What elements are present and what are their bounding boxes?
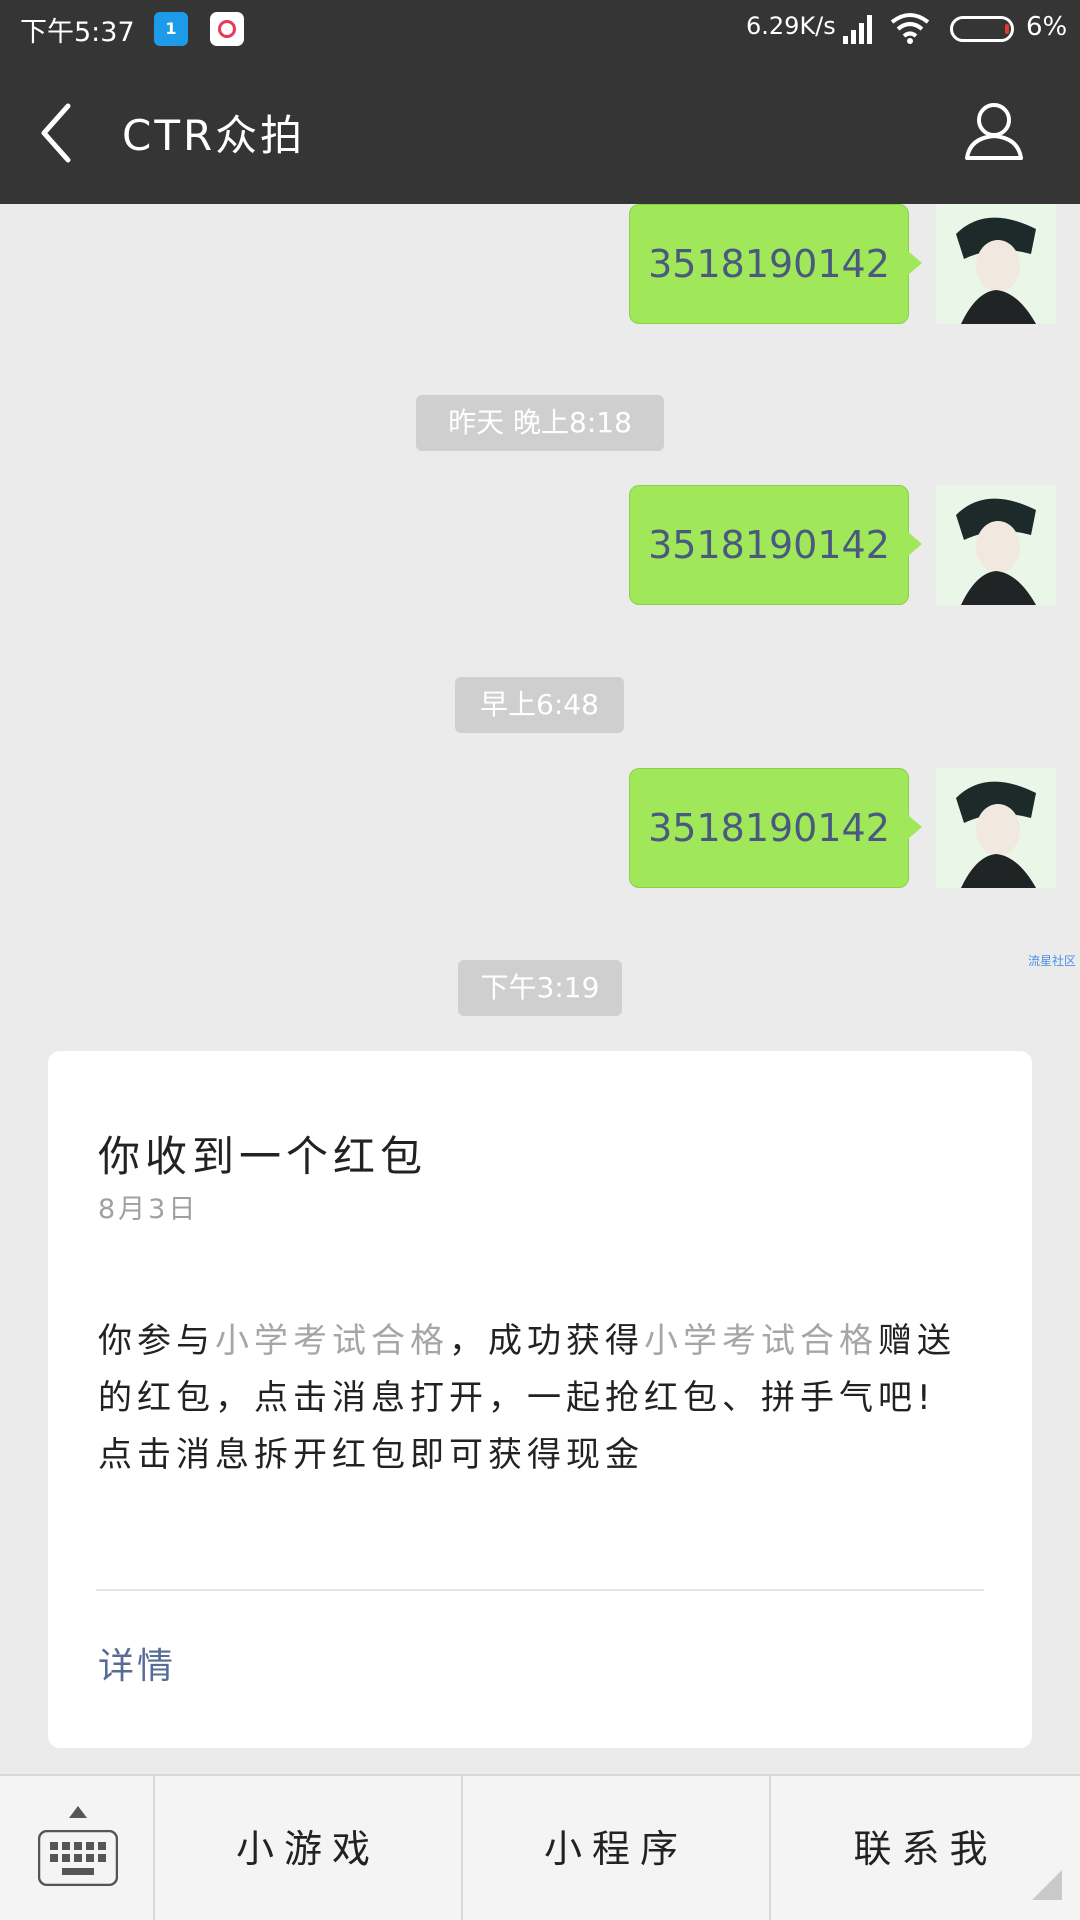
network-speed: 6.29K/s [746, 12, 836, 40]
status-bar: 下午5:37 1 6.29K/s 6% [0, 0, 1080, 58]
avatar-image [936, 768, 1056, 888]
chat-header: CTR众拍 [0, 58, 1080, 204]
wifi-icon [890, 13, 930, 44]
battery-percent: 6% [1026, 12, 1068, 42]
card-date: 8月3日 [98, 1194, 199, 1225]
watermark: 流星社区 [1028, 954, 1077, 968]
bottom-menu-bar: 小游戏 小程序 联系我 [0, 1774, 1080, 1920]
menu-item-mini-games[interactable]: 小游戏 [155, 1776, 463, 1920]
card-divider [96, 1589, 984, 1591]
timestamp: 昨天 晚上8:18 [416, 395, 664, 451]
message-bubble[interactable]: 3518190142 [629, 768, 922, 888]
back-chevron-icon[interactable] [36, 98, 76, 168]
card-body-line2: 点击消息拆开红包即可获得现金 [98, 1435, 644, 1475]
keyboard-toggle-button[interactable] [0, 1776, 155, 1920]
status-time: 下午5:37 [20, 17, 135, 48]
avatar[interactable] [936, 485, 1056, 605]
menu-item-mini-programs[interactable]: 小程序 [463, 1776, 771, 1920]
avatar-image [936, 204, 1056, 324]
signal-icon [843, 15, 872, 44]
battery-icon [950, 16, 1014, 42]
timestamp: 早上6:48 [455, 677, 624, 733]
card-body: 你参与小学考试合格，成功获得小学考试合格赠送的红包，点击消息打开，一起抢红包、拼… [98, 1321, 956, 1475]
video-app-icon [210, 12, 244, 46]
message-bubble[interactable]: 3518190142 [629, 204, 922, 324]
details-link[interactable]: 详情 [98, 1637, 176, 1689]
calendar-app-icon: 1 [154, 12, 188, 46]
red-packet-card[interactable]: 你收到一个红包 8月3日 你参与小学考试合格，成功获得小学考试合格赠送的红包，点… [48, 1051, 1032, 1748]
timestamp: 下午3:19 [458, 960, 622, 1016]
sender-link[interactable]: 小学考试合格 [644, 1321, 878, 1361]
message-bubble[interactable]: 3518190142 [629, 485, 922, 605]
person-icon[interactable] [964, 100, 1024, 162]
keyboard-icon [38, 1830, 118, 1886]
chat-title: CTR众拍 [122, 111, 306, 160]
caret-up-icon [69, 1806, 87, 1818]
corner-indicator-icon [1032, 1870, 1062, 1900]
avatar[interactable] [936, 768, 1056, 888]
avatar-image [936, 485, 1056, 605]
avatar[interactable] [936, 204, 1056, 324]
sender-link[interactable]: 小学考试合格 [215, 1321, 449, 1361]
card-title: 你收到一个红包 [98, 1132, 428, 1181]
